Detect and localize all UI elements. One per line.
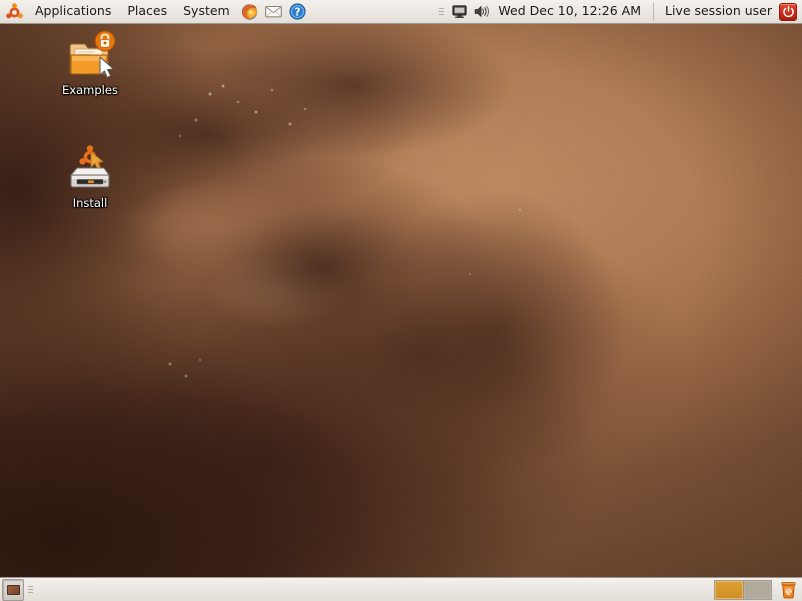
wallpaper-vignette-layer <box>0 24 802 577</box>
show-desktop-icon <box>6 584 20 595</box>
top-panel: Applications Places System ? Wed Dec 10,… <box>0 0 802 24</box>
desktop-icon-label: Install <box>72 196 108 210</box>
volume-applet[interactable] <box>470 1 492 23</box>
install-media-icon <box>64 143 116 195</box>
workspace-switcher[interactable] <box>714 579 772 600</box>
display-applet[interactable] <box>448 1 470 23</box>
window-list-drag-handle[interactable] <box>27 581 34 599</box>
evolution-launcher[interactable] <box>263 1 285 23</box>
clock[interactable]: Wed Dec 10, 12:26 AM <box>492 0 649 23</box>
power-button[interactable] <box>779 2 797 21</box>
desktop-wallpaper[interactable] <box>0 24 802 577</box>
power-icon <box>782 5 794 18</box>
desktop-icon-examples[interactable]: Examples <box>47 30 133 97</box>
trash-button[interactable] <box>776 578 800 601</box>
session-indicator[interactable]: Live session user <box>658 0 779 23</box>
workspace-2[interactable] <box>743 580 771 599</box>
menu-applications[interactable]: Applications <box>27 0 119 23</box>
lock-emblem <box>94 30 116 52</box>
mail-icon <box>265 5 282 18</box>
monitor-icon <box>452 5 467 18</box>
menu-places[interactable]: Places <box>119 0 175 23</box>
desktop-screen: Examples Install Applications Places Sys… <box>0 0 802 601</box>
help-icon: ? <box>289 3 306 20</box>
firefox-launcher[interactable] <box>239 1 261 23</box>
ubuntu-logo-icon[interactable] <box>0 2 27 22</box>
show-desktop-button[interactable] <box>2 578 24 601</box>
symlink-arrow-emblem <box>90 151 104 170</box>
tray-drag-handle[interactable] <box>438 3 445 21</box>
desktop-icon-label: Examples <box>62 83 118 97</box>
bottom-panel <box>0 577 802 601</box>
svg-text:?: ? <box>295 6 301 18</box>
menu-system[interactable]: System <box>175 0 238 23</box>
panel-separator <box>652 2 654 21</box>
trash-icon <box>780 582 796 599</box>
desktop-icon-install[interactable]: Install <box>47 143 133 210</box>
speaker-icon <box>474 5 489 18</box>
folder-link-locked-icon <box>64 30 116 82</box>
firefox-icon <box>242 4 258 20</box>
workspace-1[interactable] <box>715 580 743 599</box>
help-launcher[interactable]: ? <box>287 1 309 23</box>
